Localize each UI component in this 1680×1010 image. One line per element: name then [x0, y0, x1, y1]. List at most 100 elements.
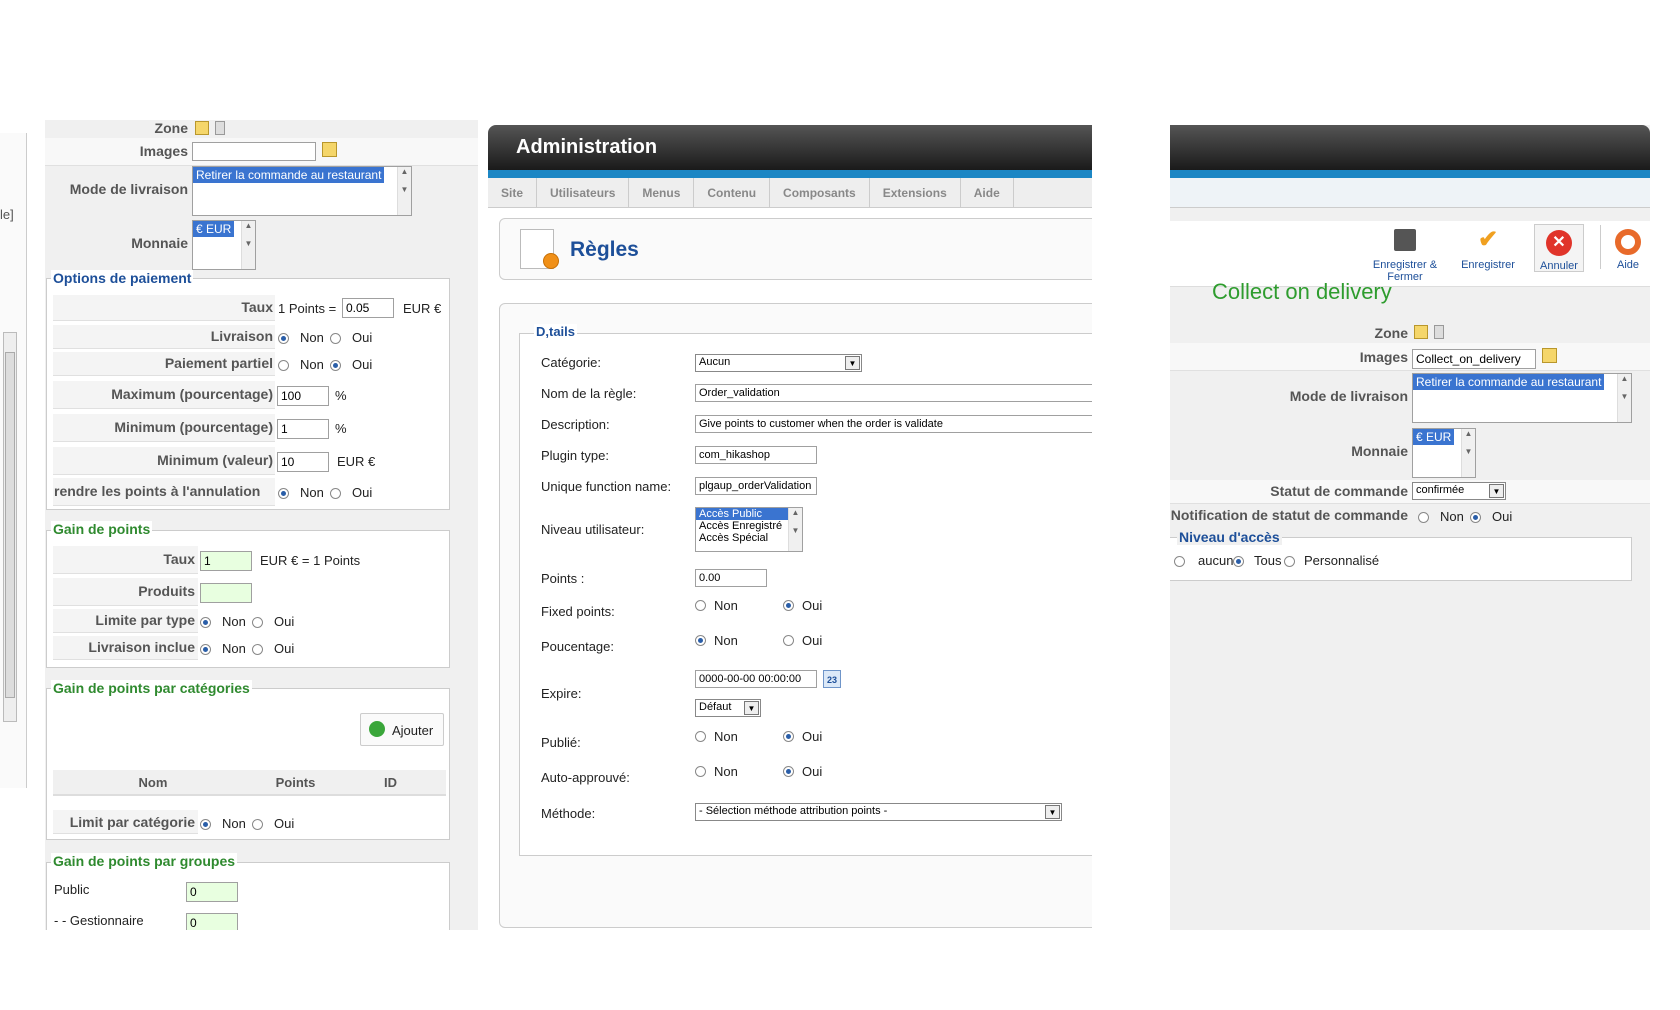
- non-label: Non: [222, 816, 246, 831]
- delivery-listbox[interactable]: Retirer la commande au restaurant ▲ ▼: [1412, 373, 1632, 423]
- status-label: Statut de commande: [1270, 483, 1408, 499]
- currency-listbox[interactable]: € EUR ▲ ▼: [1412, 428, 1476, 478]
- notif-oui-radio[interactable]: [1470, 512, 1481, 523]
- access-all-radio[interactable]: [1233, 556, 1244, 567]
- delivery-option[interactable]: Retirer la commande au restaurant: [193, 167, 385, 183]
- expire-default-select[interactable]: Défaut ▼: [695, 699, 761, 717]
- expire-input[interactable]: 0000-00-00 00:00:00: [695, 670, 817, 688]
- pay-minval-unit: EUR €: [337, 454, 376, 469]
- pay-rate-unit: EUR €: [403, 301, 442, 316]
- published-non-radio[interactable]: [695, 731, 706, 742]
- calendar-icon[interactable]: 23: [823, 670, 841, 688]
- listbox-scrollbar[interactable]: ▲ ▼: [397, 167, 411, 215]
- pay-partial-non-radio[interactable]: [278, 360, 289, 371]
- access-custom-radio[interactable]: [1284, 556, 1295, 567]
- rule-name-input[interactable]: Order_validation: [695, 384, 1092, 402]
- gain-delivery-oui-radio[interactable]: [252, 644, 263, 655]
- pay-minval-input[interactable]: 10: [277, 452, 329, 472]
- gain-rate-label: Taux: [163, 551, 195, 567]
- chevron-down-icon: ▼: [744, 701, 759, 715]
- auto-oui-radio[interactable]: [783, 766, 794, 777]
- pay-refund-non-radio[interactable]: [278, 488, 289, 499]
- delivery-listbox[interactable]: Retirer la commande au restaurant ▲ ▼: [192, 166, 412, 216]
- pay-delivery-oui-radio[interactable]: [330, 333, 341, 344]
- access-none-radio[interactable]: [1174, 556, 1185, 567]
- pay-min-input[interactable]: 1: [277, 419, 329, 439]
- cancel-button[interactable]: ✕ Annuler: [1534, 224, 1584, 272]
- images-row: [1170, 343, 1650, 371]
- gain-rate-input[interactable]: 1: [200, 551, 252, 571]
- user-level-listbox[interactable]: Accès Public Accès Enregistré Accès Spéc…: [695, 507, 803, 552]
- save-button[interactable]: ✔ Enregistrer: [1453, 228, 1523, 272]
- level-public[interactable]: Accès Public: [696, 508, 788, 520]
- level-special[interactable]: Accès Spécial: [696, 532, 802, 544]
- left-scrollbar-thumb[interactable]: [5, 352, 15, 698]
- category-label: Catégorie:: [541, 355, 601, 370]
- pay-max-input[interactable]: 100: [277, 386, 329, 406]
- pay-refund-label: rendre les points à l'annulation: [54, 483, 261, 499]
- cat-limit-non-radio[interactable]: [200, 819, 211, 830]
- pct-non-radio[interactable]: [695, 635, 706, 646]
- rule-name-label: Nom de la règle:: [541, 386, 637, 401]
- gain-delivery-non-radio[interactable]: [200, 644, 211, 655]
- currency-option[interactable]: € EUR: [193, 221, 235, 237]
- listbox-scrollbar[interactable]: ▲ ▼: [1461, 429, 1475, 477]
- edit-icon[interactable]: [322, 142, 337, 157]
- pct-oui-radio[interactable]: [783, 635, 794, 646]
- images-input[interactable]: Collect_on_delivery: [1412, 349, 1536, 369]
- description-input[interactable]: Give points to customer when the order i…: [695, 415, 1092, 433]
- oui-label: Oui: [274, 816, 295, 831]
- delete-icon[interactable]: [1434, 325, 1444, 339]
- tab-aide[interactable]: Aide: [961, 178, 1014, 208]
- currency-option[interactable]: € EUR: [1413, 429, 1455, 445]
- add-button[interactable]: Ajouter: [360, 713, 444, 746]
- edit-icon[interactable]: [1414, 325, 1428, 339]
- status-select[interactable]: confirmée ▼: [1412, 482, 1506, 500]
- tab-site[interactable]: Site: [488, 178, 538, 208]
- delete-icon[interactable]: [215, 121, 225, 135]
- listbox-scrollbar[interactable]: ▲ ▼: [241, 221, 255, 269]
- help-button[interactable]: Aide: [1606, 229, 1650, 271]
- add-label: Ajouter: [392, 723, 434, 738]
- tab-composants[interactable]: Composants: [770, 178, 870, 208]
- delivery-option[interactable]: Retirer la commande au restaurant: [1413, 374, 1605, 390]
- cat-limit-oui-radio[interactable]: [252, 819, 263, 830]
- published-oui-radio[interactable]: [783, 731, 794, 742]
- listbox-scrollbar[interactable]: ▲ ▼: [1617, 374, 1631, 422]
- notif-non-radio[interactable]: [1418, 512, 1429, 523]
- gain-limit-non-radio[interactable]: [200, 617, 211, 628]
- tab-extensions[interactable]: Extensions: [870, 178, 961, 208]
- pay-refund-oui-radio[interactable]: [330, 488, 341, 499]
- group-manager-input[interactable]: 0: [186, 913, 238, 930]
- auto-non-radio[interactable]: [695, 766, 706, 777]
- pay-rate-input[interactable]: 0.05: [342, 298, 394, 318]
- non-label: Non: [300, 330, 324, 345]
- edit-icon[interactable]: [1542, 348, 1557, 363]
- group-public-input[interactable]: 0: [186, 882, 238, 902]
- pay-delivery-non-radio[interactable]: [278, 333, 289, 344]
- save-close-button[interactable]: Enregistrer & Fermer: [1355, 229, 1455, 283]
- function-name-input[interactable]: plgaup_orderValidation: [695, 477, 817, 495]
- points-input[interactable]: 0.00: [695, 569, 767, 587]
- category-select[interactable]: Aucun ▼: [695, 354, 862, 372]
- fixed-non-radio[interactable]: [695, 600, 706, 611]
- edit-icon[interactable]: [195, 121, 209, 135]
- currency-listbox[interactable]: € EUR ▲ ▼: [192, 220, 256, 270]
- right-blue-line: [1170, 170, 1650, 178]
- tab-contenu[interactable]: Contenu: [694, 178, 771, 208]
- currency-label: Monnaie: [1351, 443, 1408, 459]
- tab-menus[interactable]: Menus: [629, 178, 695, 208]
- col-name: Nom: [138, 775, 168, 790]
- level-registered[interactable]: Accès Enregistré: [696, 520, 802, 532]
- pay-partial-oui-radio[interactable]: [330, 360, 341, 371]
- gain-products-input[interactable]: [200, 583, 252, 603]
- tab-utilisateurs[interactable]: Utilisateurs: [537, 178, 630, 208]
- gain-limit-oui-radio[interactable]: [252, 617, 263, 628]
- plus-badge-icon: [543, 253, 559, 269]
- fixed-oui-radio[interactable]: [783, 600, 794, 611]
- method-select[interactable]: - Sélection méthode attribution points -…: [695, 803, 1062, 821]
- plugin-type-input[interactable]: com_hikashop: [695, 446, 817, 464]
- images-input[interactable]: [192, 142, 316, 161]
- listbox-scrollbar[interactable]: ▲ ▼: [788, 508, 802, 551]
- non-label: Non: [300, 485, 324, 500]
